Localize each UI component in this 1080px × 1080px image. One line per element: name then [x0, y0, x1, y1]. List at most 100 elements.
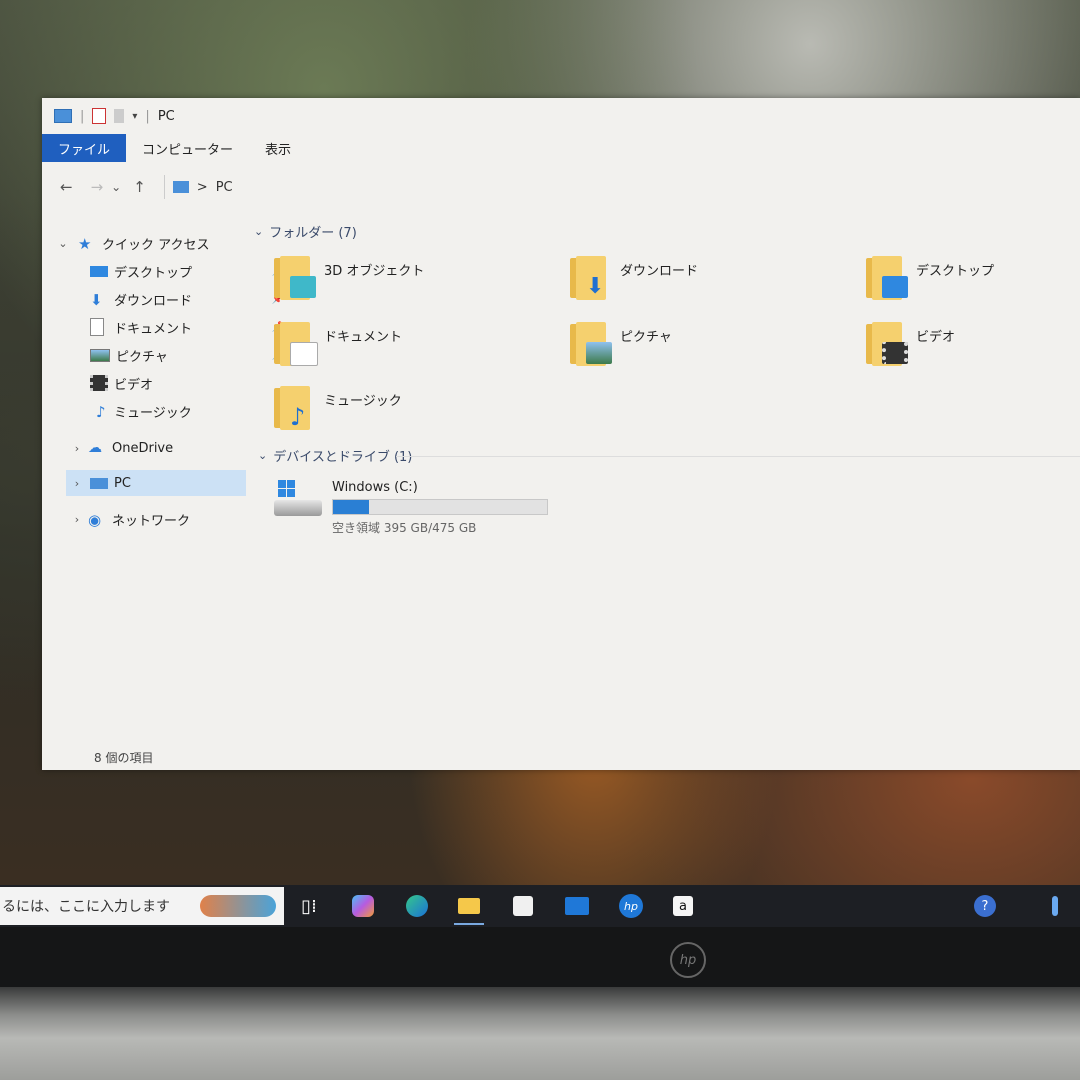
drive-usage-fill — [333, 500, 369, 514]
drives-group-header[interactable]: ⌄ デバイスとドライブ (1) — [258, 446, 412, 465]
nav-label: クイック アクセス — [102, 237, 210, 253]
chevron-down-icon[interactable]: ⌄ — [56, 237, 70, 250]
title-divider: | — [145, 108, 150, 124]
hp-logo-icon: hp — [670, 942, 706, 978]
download-icon: ⬇ — [90, 291, 103, 309]
nav-label: ビデオ — [114, 377, 154, 393]
group-label: フォルダー (7) — [269, 226, 357, 241]
title-bar: | ▾ | PC — [42, 98, 1080, 134]
taskbar: るには、ここに入力します ▯⁞ hp a ? — [0, 885, 1080, 927]
cloud-icon: ☁ — [88, 440, 102, 456]
folder-icon: ♪ — [274, 384, 316, 430]
folder-icon — [866, 254, 908, 300]
up-arrow-icon[interactable]: ↑ — [133, 178, 146, 196]
folder-desktop[interactable]: デスクトップ — [866, 254, 994, 300]
folder-label: ピクチャ — [620, 330, 672, 345]
tab-view[interactable]: 表示 — [249, 134, 307, 162]
folder-pictures[interactable]: ピクチャ — [570, 320, 672, 366]
star-icon: ★ — [78, 235, 92, 253]
properties-icon[interactable] — [92, 108, 107, 124]
copilot-icon[interactable] — [348, 891, 378, 921]
store-icon[interactable] — [508, 891, 538, 921]
breadcrumb-pc[interactable]: PC — [216, 180, 233, 195]
desktop-icon — [90, 265, 108, 277]
nav-label: OneDrive — [112, 440, 174, 456]
chevron-right-icon[interactable]: › — [70, 477, 84, 490]
nav-label: ドキュメント — [114, 321, 193, 337]
quick-access-toolbar-divider: | — [80, 108, 85, 124]
drive-free-space: 空き領域 395 GB/475 GB — [332, 521, 477, 535]
mail-icon[interactable] — [562, 891, 592, 921]
ribbon-tabs: ファイル コンピューター 表示 — [42, 134, 1080, 162]
tab-file[interactable]: ファイル — [42, 134, 127, 162]
folder-downloads[interactable]: ⬇ ダウンロード — [570, 254, 698, 300]
group-label: デバイスとドライブ (1) — [273, 450, 413, 465]
status-item-count: 8 個の項目 — [94, 751, 154, 765]
folder-music[interactable]: ♪ ミュージック — [274, 384, 402, 430]
film-icon — [90, 375, 108, 391]
breadcrumb-separator: > — [196, 179, 208, 195]
chevron-down-icon[interactable]: ⌄ — [258, 449, 267, 462]
new-folder-icon[interactable] — [114, 109, 125, 123]
nav-network[interactable]: › ◉ ネットワーク — [42, 506, 246, 532]
nav-label: ダウンロード — [114, 293, 193, 309]
folder-3d-objects[interactable]: 3D オブジェクト — [274, 254, 424, 300]
weather-thermometer-icon[interactable] — [1040, 891, 1070, 921]
folder-icon: ⬇ — [570, 254, 612, 300]
back-arrow-icon[interactable]: ← — [60, 178, 73, 196]
task-view-icon[interactable]: ▯⁞ — [294, 891, 324, 921]
pc-icon — [172, 181, 189, 193]
address-bar-row: ← → ⌄ ↑ > PC — [42, 172, 1080, 202]
help-icon[interactable]: ? — [970, 891, 1000, 921]
folder-icon — [274, 320, 318, 366]
folder-icon — [570, 320, 612, 366]
chevron-right-icon[interactable]: › — [70, 442, 84, 455]
folder-label: ドキュメント — [324, 330, 403, 345]
group-divider — [396, 456, 1080, 457]
document-icon — [90, 318, 104, 336]
folder-label: デスクトップ — [916, 264, 995, 279]
customize-toolbar-icon[interactable]: ▾ — [132, 111, 137, 122]
window-title: PC — [157, 108, 175, 124]
folder-label: 3D オブジェクト — [324, 264, 425, 279]
folder-label: ビデオ — [916, 330, 956, 345]
nav-quick-access[interactable]: ⌄ ★ クイック アクセス — [42, 230, 246, 256]
folder-documents[interactable]: ドキュメント — [274, 320, 402, 366]
nav-label: ピクチャ — [116, 349, 168, 365]
hard-drive-icon — [274, 480, 322, 524]
network-icon: ◉ — [88, 511, 102, 529]
laptop-bezel: hp — [0, 927, 1080, 987]
folder-videos[interactable]: ビデオ — [866, 320, 955, 366]
forward-arrow-icon[interactable]: → — [91, 178, 104, 196]
recent-locations-icon[interactable]: ⌄ — [111, 180, 121, 194]
tab-computer[interactable]: コンピューター — [126, 134, 249, 162]
file-explorer-icon[interactable] — [454, 891, 484, 925]
hp-app-icon[interactable]: hp — [616, 891, 646, 921]
folder-label: ミュージック — [324, 394, 402, 409]
search-placeholder: るには、ここに入力します — [2, 899, 170, 915]
chevron-down-icon[interactable]: ⌄ — [254, 225, 263, 238]
address-box[interactable]: > PC — [163, 175, 233, 199]
taskbar-search-box[interactable]: るには、ここに入力します — [0, 887, 284, 925]
pc-icon — [90, 477, 108, 489]
drive-usage-bar — [332, 499, 548, 515]
folder-icon — [866, 320, 908, 366]
chevron-right-icon[interactable]: › — [70, 513, 84, 526]
drive-label: Windows (C:) — [332, 480, 418, 495]
nav-onedrive[interactable]: › ☁ OneDrive — [42, 435, 246, 461]
edge-icon[interactable] — [402, 891, 432, 921]
nav-label: PC — [114, 475, 131, 491]
nav-pc[interactable]: › PC — [66, 470, 246, 496]
nav-label: ネットワーク — [112, 513, 191, 529]
pc-icon — [54, 109, 72, 123]
drive-windows-c[interactable]: Windows (C:) 空き領域 395 GB/475 GB — [274, 480, 548, 536]
laptop-base — [0, 987, 1080, 1080]
amazon-icon[interactable]: a — [668, 891, 698, 921]
nav-label: デスクトップ — [114, 265, 193, 281]
search-highlight-icon — [200, 895, 276, 917]
nav-label: ミュージック — [114, 405, 192, 421]
music-note-icon: ♪ — [96, 403, 106, 421]
folder-icon — [274, 254, 316, 300]
folders-group-header[interactable]: ⌄ フォルダー (7) — [254, 222, 357, 241]
folder-label: ダウンロード — [620, 264, 699, 279]
